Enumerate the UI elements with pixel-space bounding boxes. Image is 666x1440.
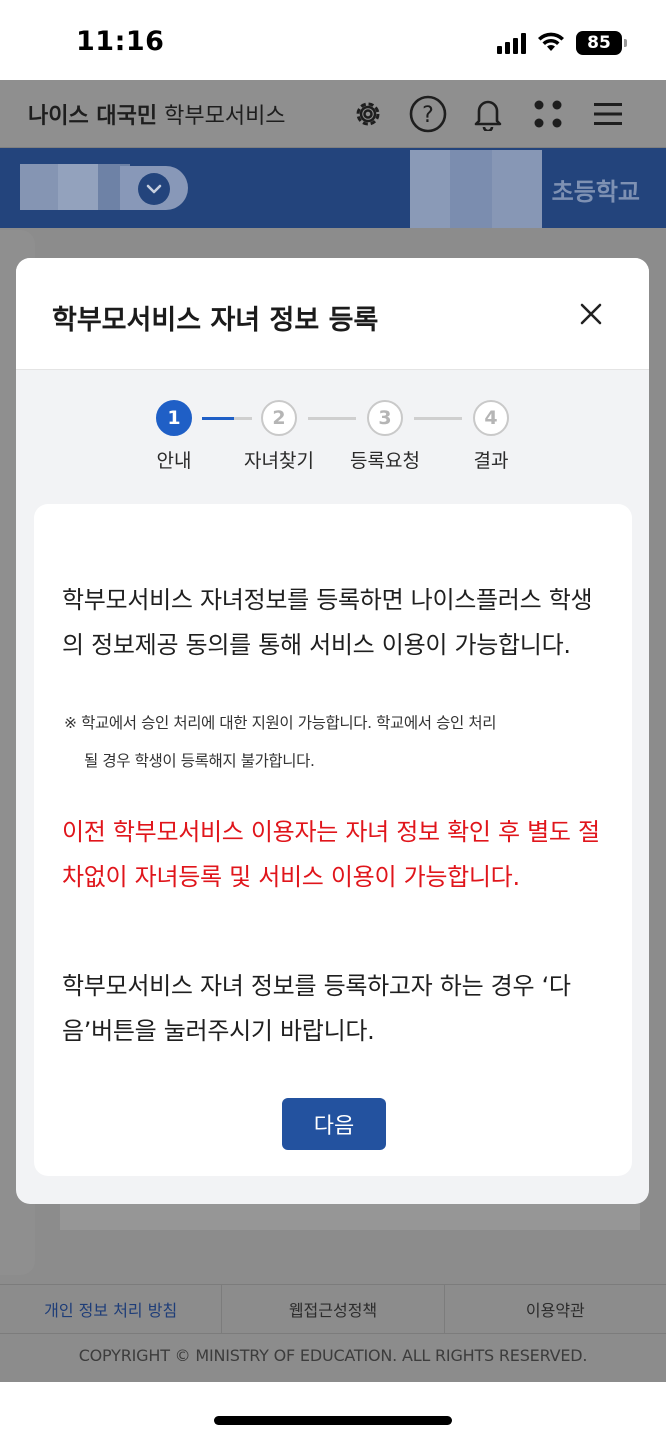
bell-icon[interactable] (468, 94, 508, 134)
gear-icon[interactable] (348, 94, 388, 134)
header-icons: ? (348, 94, 628, 134)
footer-link-terms[interactable]: 이용약관 (445, 1285, 666, 1333)
approval-note: ※ 학교에서 승인 처리에 대한 지원이 가능합니다. 학교에서 승인 처리 될… (64, 704, 610, 780)
menu-icon[interactable] (588, 94, 628, 134)
footer-link-accessibility[interactable]: 웹접근성정책 (222, 1285, 445, 1333)
step-4-label: 결과 (473, 450, 509, 472)
step-3-label: 등록요청 (350, 450, 420, 472)
step-connector (234, 417, 252, 420)
blurred-school-name (410, 150, 450, 228)
svg-text:?: ? (422, 103, 434, 128)
app-header: 나이스 대국민 학부모서비스 ? (0, 80, 666, 148)
step-connector (414, 417, 462, 420)
step-2-circle: 2 (261, 400, 297, 436)
footer-links: 개인 정보 처리 방침 웹접근성정책 이용약관 (0, 1284, 666, 1334)
cellular-signal-icon (497, 32, 526, 54)
footer-link-privacy[interactable]: 개인 정보 처리 방침 (0, 1285, 223, 1333)
blurred-child-name (58, 164, 98, 210)
approval-note-line-2: 될 경우 학생이 등록해지 불가합니다. (84, 752, 315, 770)
help-icon[interactable]: ? (408, 94, 448, 134)
guide-content-card: 학부모서비스 자녀정보를 등록하면 나이스플러스 학생의 정보제공 동의를 통해… (34, 504, 632, 1176)
step-3-circle: 3 (367, 400, 403, 436)
status-icons: 85 (497, 30, 627, 56)
next-instruction-text: 학부모서비스 자녀 정보를 등록하고자 하는 경우 ‘다음’버튼을 눌러주시기 … (62, 972, 571, 1045)
brand-name: 나이스 대국민 (28, 104, 158, 129)
step-4-circle: 4 (473, 400, 509, 436)
registration-stepper: 1 2 3 4 안내 자녀찾기 등록요청 결과 (16, 400, 649, 472)
battery-level: 85 (587, 33, 611, 53)
close-icon (580, 303, 602, 325)
step-1-circle: 1 (156, 400, 192, 436)
battery-icon: 85 (576, 31, 627, 55)
apps-icon[interactable] (528, 94, 568, 134)
intro-text: 학부모서비스 자녀정보를 등록하면 나이스플러스 학생의 정보제공 동의를 통해… (62, 586, 593, 659)
step-connector (308, 417, 356, 420)
close-button[interactable] (573, 296, 609, 332)
brand-logo[interactable]: 나이스 대국민 학부모서비스 (28, 98, 286, 130)
blurred-child-name (20, 164, 58, 210)
school-bar: 초등학교 (0, 148, 666, 228)
chevron-down-icon[interactable] (138, 173, 170, 205)
step-2-label: 자녀찾기 (244, 450, 314, 472)
modal-header: 학부모서비스 자녀 정보 등록 (16, 258, 649, 370)
status-time: 11:16 (76, 26, 165, 57)
modal-title: 학부모서비스 자녀 정보 등록 (52, 305, 379, 336)
wifi-icon (536, 30, 566, 56)
status-bar: 11:16 85 (0, 0, 666, 80)
blurred-school-name (492, 150, 542, 228)
copyright: COPYRIGHT © MINISTRY OF EDUCATION. ALL R… (78, 1346, 588, 1365)
school-name: 초등학교 (551, 178, 640, 206)
approval-note-line-1: ※ 학교에서 승인 처리에 대한 지원이 가능합니다. 학교에서 승인 처리 (64, 714, 497, 732)
previous-user-notice: 이전 학부모서비스 이용자는 자녀 정보 확인 후 별도 절차없이 자녀등록 및… (62, 818, 600, 891)
child-registration-modal: 학부모서비스 자녀 정보 등록 1 2 3 4 안내 자녀찾기 등록요청 결과 … (16, 258, 649, 1204)
step-connector-done (202, 417, 234, 420)
home-indicator[interactable] (214, 1416, 452, 1425)
step-1-label: 안내 (156, 450, 192, 472)
brand-service: 학부모서비스 (157, 104, 286, 129)
next-button[interactable]: 다음 (282, 1098, 386, 1150)
blurred-school-name (450, 150, 492, 228)
